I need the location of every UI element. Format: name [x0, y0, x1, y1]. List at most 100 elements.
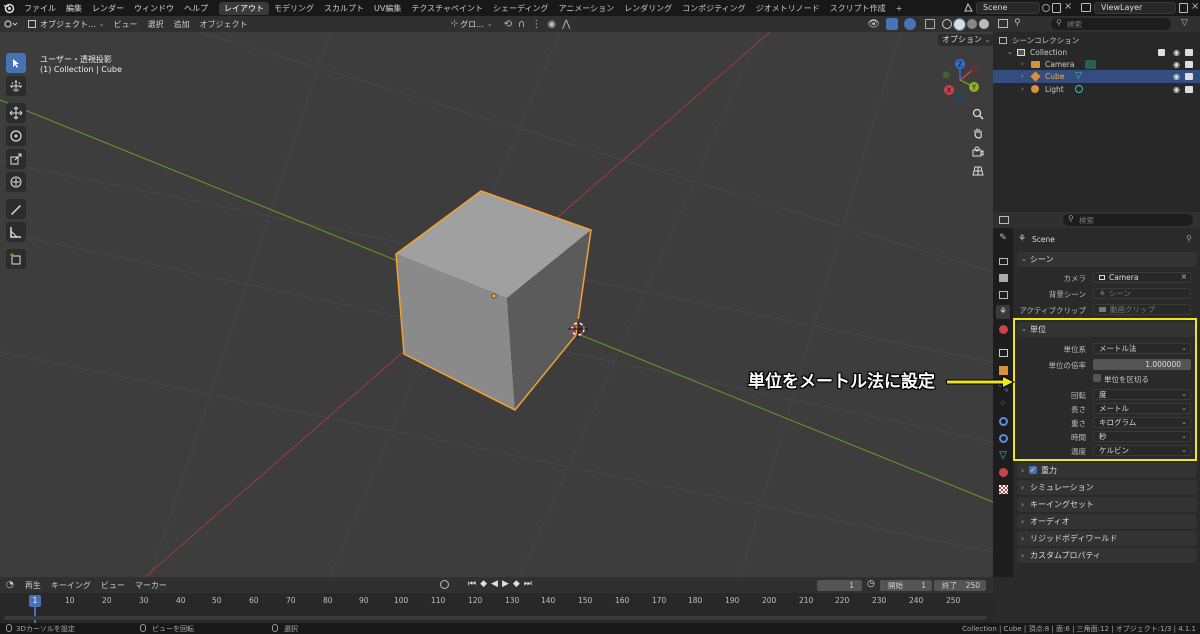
eye-icon[interactable]: ◉ [1173, 70, 1180, 83]
tab-layout[interactable]: レイアウト [219, 1, 269, 15]
shading-rendered-icon[interactable] [979, 19, 989, 29]
shading-solid-icon[interactable] [953, 17, 966, 31]
tool-tab-icon[interactable]: ✎ [996, 231, 1010, 245]
pan-hand-icon[interactable] [969, 124, 987, 142]
zoom-icon[interactable] [969, 105, 987, 123]
editor-type-icon[interactable] [0, 19, 24, 29]
data-tab-icon[interactable]: ▽ [996, 448, 1010, 462]
clear-icon[interactable]: × [1181, 273, 1187, 281]
move-tool[interactable] [6, 103, 26, 123]
render-camera-icon[interactable] [1185, 61, 1193, 68]
add-workspace-button[interactable]: + [891, 2, 908, 15]
constraints-tab-icon[interactable] [996, 431, 1010, 445]
menu-add[interactable]: 追加 [169, 19, 195, 30]
navigation-gizmo[interactable]: Z Y X [937, 57, 985, 103]
render-camera-icon[interactable] [1185, 73, 1193, 80]
output-tab-icon[interactable] [996, 271, 1010, 285]
pin-icon[interactable] [1042, 4, 1050, 12]
falloff-icon[interactable]: ⋀ [559, 19, 576, 30]
menu-file[interactable]: ファイル [19, 3, 61, 14]
menu-window[interactable]: ウィンドウ [129, 3, 179, 14]
material-tab-icon[interactable] [996, 465, 1010, 479]
outliner-filter-icon[interactable]: ⚲ [1014, 18, 1021, 28]
timeline-scrollbar[interactable] [4, 616, 987, 620]
cursor-tool[interactable] [6, 76, 26, 96]
transform-tool[interactable] [6, 172, 26, 192]
orientation-selector[interactable]: ⊹ グロ... ⌄ [451, 19, 493, 30]
tab-modeling[interactable]: モデリング [269, 2, 319, 15]
scene-selector[interactable]: Scene × [960, 1, 1072, 14]
particles-tab-icon[interactable]: ⁘ [996, 397, 1010, 411]
tab-sculpting[interactable]: スカルプト [319, 2, 369, 15]
snap-target-icon[interactable]: ⋮ [528, 19, 544, 30]
pin-icon[interactable]: ⚲ [1186, 234, 1192, 243]
outliner-editor-icon[interactable] [998, 19, 1008, 28]
rigid-body-world-panel-header[interactable]: › リジッドボディワールド [1017, 531, 1197, 546]
gizmo-toggle-icon[interactable] [886, 18, 898, 30]
menu-select[interactable]: 選択 [143, 19, 169, 30]
annotate-tool[interactable] [6, 199, 26, 219]
simulation-panel-header[interactable]: › シミュレーション [1017, 480, 1197, 495]
snap-icon[interactable]: ∩ [515, 19, 528, 30]
physics-tab-icon[interactable] [996, 414, 1010, 428]
camera-view-icon[interactable] [969, 143, 987, 161]
view-layer-tab-icon[interactable] [996, 288, 1010, 302]
outliner-item-light[interactable]: › Light ◉ [993, 83, 1200, 96]
proportional-edit-icon[interactable]: ◉ [544, 19, 559, 30]
view-layer-selector[interactable]: ViewLayer × [1078, 1, 1200, 14]
mode-selector[interactable]: オブジェクト... ⌄ [24, 19, 109, 30]
tab-scripting[interactable]: スクリプト作成 [825, 2, 891, 15]
scene-panel-header[interactable]: ⌄ シーン [1017, 252, 1197, 267]
rotate-tool[interactable] [6, 126, 26, 146]
3d-viewport[interactable]: ユーザー・透視投影 (1) Collection | Cube オプション ⌄ … [0, 32, 993, 577]
tab-texture-paint[interactable]: テクスチャペイント [406, 2, 488, 15]
xray-icon[interactable] [925, 19, 935, 29]
menu-view[interactable]: ビュー [109, 19, 143, 30]
outliner-search[interactable]: ⚲ 検索 [1051, 18, 1171, 30]
cube-object[interactable] [395, 190, 592, 411]
delete-scene-icon[interactable]: × [1064, 1, 1072, 12]
options-button[interactable]: オプション ⌄ [938, 34, 993, 46]
new-view-layer-icon[interactable] [1179, 3, 1188, 13]
camera-field[interactable]: Camera × [1093, 272, 1191, 283]
eye-icon[interactable]: ◉ [1173, 83, 1180, 96]
visibility-icon[interactable]: 👁 [864, 19, 883, 30]
perspective-grid-icon[interactable] [969, 162, 987, 180]
gravity-panel-header[interactable]: › ✓ 重力 [1017, 463, 1197, 478]
scale-tool[interactable] [6, 149, 26, 169]
keying-sets-panel-header[interactable]: › キーイングセット [1017, 497, 1197, 512]
background-scene-field[interactable]: ⚘ シーン [1093, 288, 1191, 299]
shading-material-icon[interactable] [967, 19, 977, 29]
custom-properties-panel-header[interactable]: › カスタムプロパティ [1017, 548, 1197, 563]
menu-help[interactable]: ヘルプ [179, 3, 213, 14]
blender-logo-icon[interactable] [0, 2, 19, 14]
outliner-item-cube[interactable]: › Cube ▽ ◉ [993, 70, 1200, 83]
menu-render[interactable]: レンダー [87, 3, 129, 14]
scene-name-field[interactable]: Scene [976, 2, 1040, 14]
collection-tab-icon[interactable] [996, 346, 1010, 360]
outliner-funnel-icon[interactable]: ▽ [1181, 18, 1188, 28]
tab-shading[interactable]: シェーディング [488, 2, 553, 15]
tab-uv-editing[interactable]: UV編集 [369, 2, 406, 15]
active-clip-field[interactable]: 動画クリップ [1093, 304, 1191, 315]
pivot-icon[interactable]: ⟲ [501, 19, 515, 30]
shading-wireframe-icon[interactable] [942, 19, 952, 29]
render-camera-icon[interactable] [1185, 86, 1193, 93]
tab-animation[interactable]: アニメーション [553, 2, 619, 15]
audio-panel-header[interactable]: › オーディオ [1017, 514, 1197, 529]
tab-compositing[interactable]: コンポジティング [677, 2, 751, 15]
add-cube-tool[interactable] [6, 249, 26, 269]
tab-geometry-nodes[interactable]: ジオメトリノード [751, 2, 825, 15]
render-camera-icon[interactable] [1185, 49, 1193, 56]
properties-search[interactable]: ⚲ 検索 [1063, 214, 1193, 226]
select-box-tool[interactable] [6, 53, 26, 73]
texture-tab-icon[interactable] [996, 482, 1010, 496]
delete-view-layer-icon[interactable]: × [1191, 1, 1199, 12]
view-layer-field[interactable]: ViewLayer [1094, 2, 1176, 14]
measure-tool[interactable] [6, 222, 26, 242]
new-scene-icon[interactable] [1052, 3, 1061, 13]
tab-rendering[interactable]: レンダリング [619, 2, 677, 15]
menu-object[interactable]: オブジェクト [195, 19, 253, 30]
world-tab-icon[interactable] [996, 322, 1010, 336]
render-tab-icon[interactable] [996, 254, 1010, 268]
